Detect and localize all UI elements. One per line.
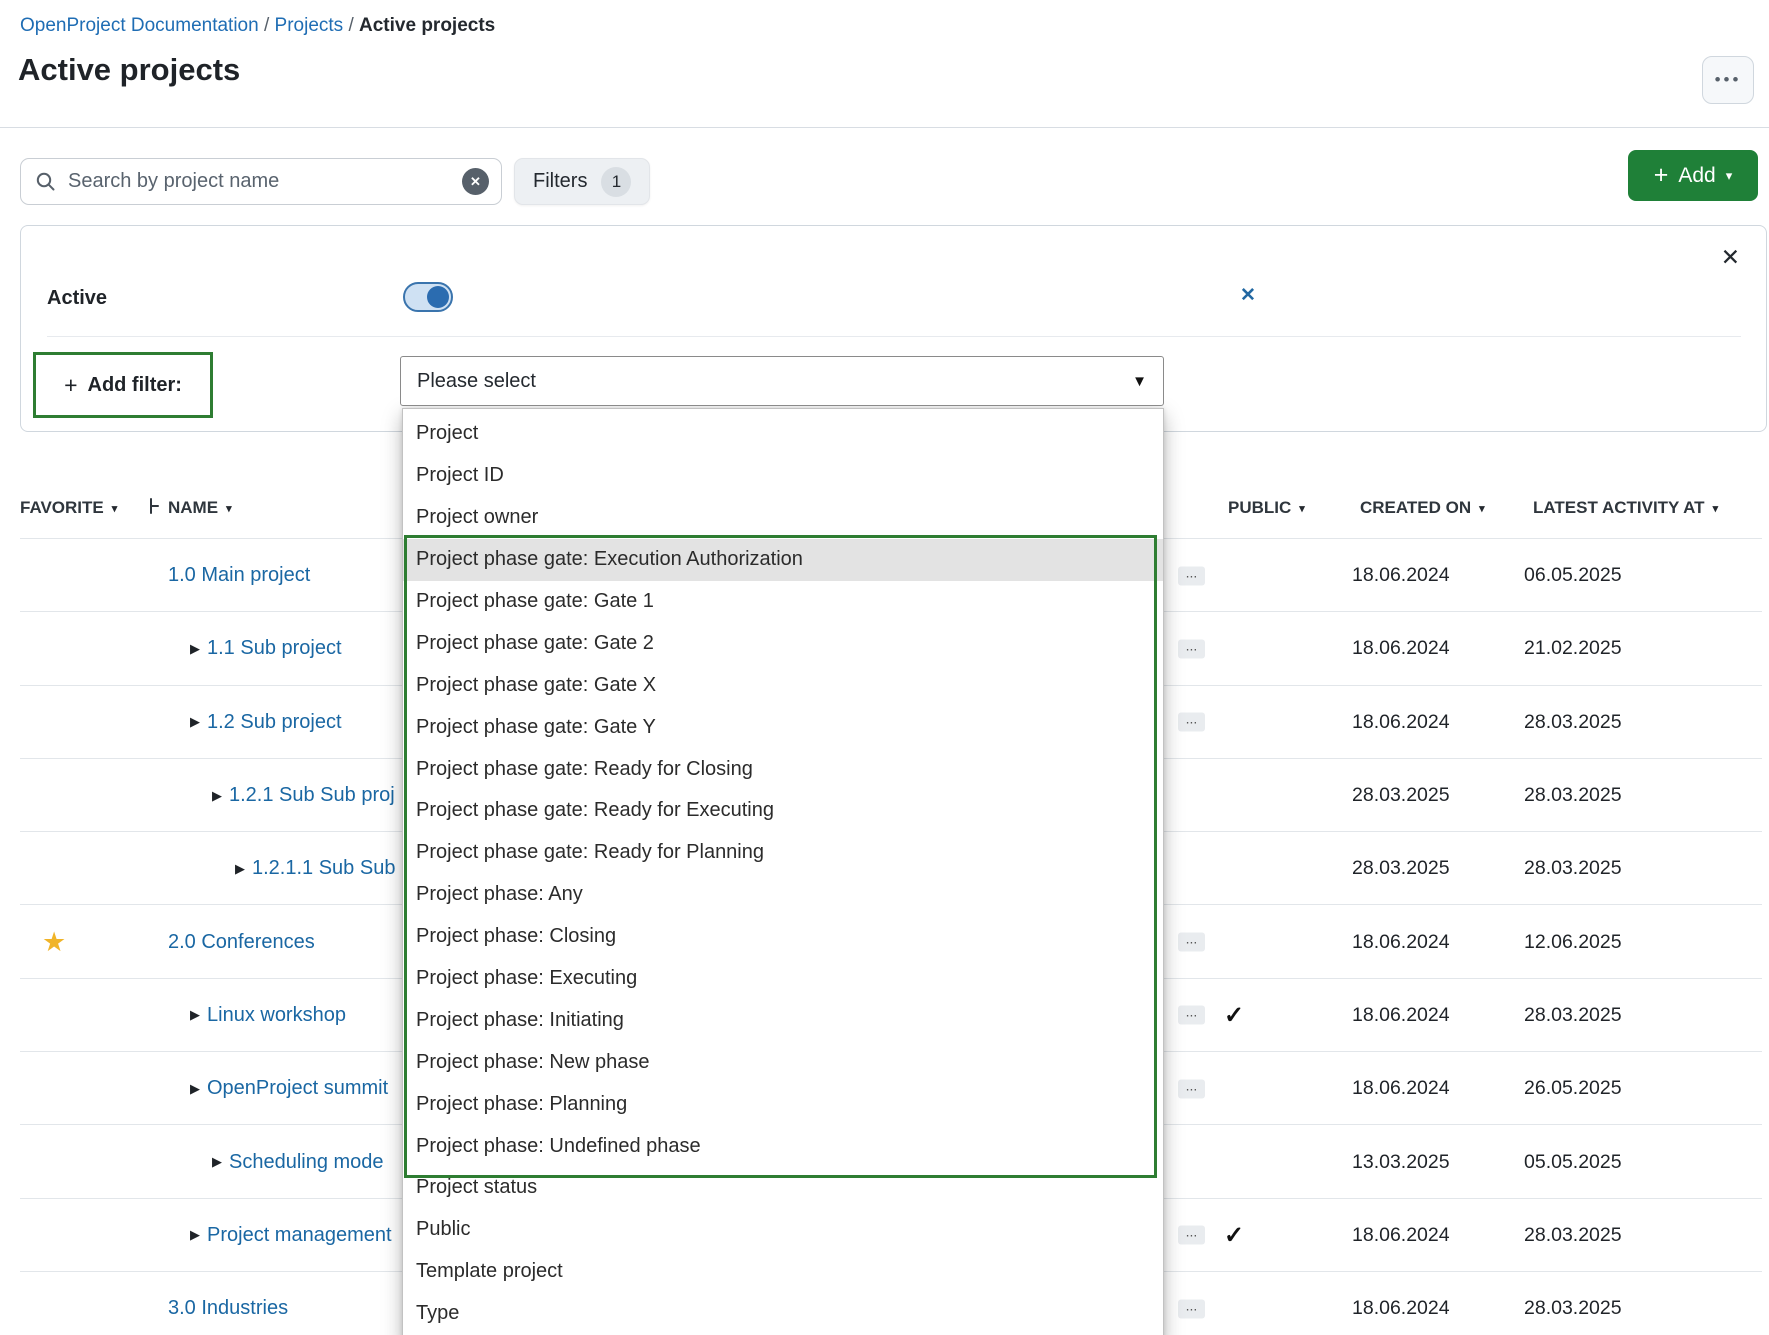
expand-arrow-icon[interactable]: ▶ <box>190 979 200 1052</box>
project-name-link[interactable]: OpenProject summit <box>207 1052 388 1125</box>
latest-activity-date: 28.03.2025 <box>1524 1272 1622 1335</box>
dropdown-option-list: ProjectProject IDProject ownerProject ph… <box>403 413 1163 1335</box>
created-on-date: 18.06.2024 <box>1352 612 1450 685</box>
dropdown-option[interactable]: Project phase: Planning <box>403 1083 1163 1125</box>
active-projects-page: OpenProject Documentation / Projects / A… <box>0 0 1769 1335</box>
latest-activity-date: 28.03.2025 <box>1524 759 1622 832</box>
expand-arrow-icon[interactable]: ▶ <box>190 1052 200 1125</box>
toggle-knob <box>427 286 449 308</box>
expand-arrow-icon[interactable]: ▶ <box>190 686 200 759</box>
add-filter-annotation-box[interactable]: + Add filter: <box>33 352 213 418</box>
latest-activity-date: 21.02.2025 <box>1524 612 1622 685</box>
add-filter-label: Add filter: <box>88 374 182 397</box>
project-name-link[interactable]: 1.1 Sub project <box>207 612 342 685</box>
dropdown-option[interactable]: Type <box>403 1293 1163 1335</box>
project-name-link[interactable]: Project management <box>207 1199 392 1272</box>
created-on-date: 18.06.2024 <box>1352 906 1450 979</box>
select-value: Please select <box>417 370 536 393</box>
dropdown-option[interactable]: Project phase: Executing <box>403 958 1163 1000</box>
public-check-icon: ✓ <box>1224 979 1244 1052</box>
dropdown-option[interactable]: Project status <box>403 1167 1163 1209</box>
add-filter-select[interactable]: Please select ▼ <box>400 356 1164 406</box>
latest-activity-date: 28.03.2025 <box>1524 832 1622 905</box>
dropdown-option[interactable]: Project owner <box>403 497 1163 539</box>
truncated-more-badge[interactable]: ... <box>1178 933 1205 952</box>
active-toggle[interactable] <box>403 282 453 312</box>
plus-icon: + <box>64 372 77 399</box>
project-name-link[interactable]: Linux workshop <box>207 979 346 1052</box>
expand-arrow-icon[interactable]: ▶ <box>190 1199 200 1272</box>
project-name-link[interactable]: 3.0 Industries <box>168 1272 288 1335</box>
created-on-date: 18.06.2024 <box>1352 1199 1450 1272</box>
created-on-date: 18.06.2024 <box>1352 979 1450 1052</box>
dropdown-option[interactable]: Project phase gate: Ready for Executing <box>403 790 1163 832</box>
dropdown-option[interactable]: Project phase: Undefined phase <box>403 1125 1163 1167</box>
dropdown-option[interactable]: Project phase gate: Ready for Planning <box>403 832 1163 874</box>
project-name-link[interactable]: 1.2.1 Sub Sub proj <box>229 759 395 832</box>
dropdown-option[interactable]: Template project <box>403 1251 1163 1293</box>
close-filter-panel-icon[interactable]: ✕ <box>1721 246 1740 269</box>
expand-arrow-icon[interactable]: ▶ <box>235 832 245 905</box>
truncated-more-badge[interactable]: ... <box>1178 639 1205 658</box>
latest-activity-date: 12.06.2025 <box>1524 906 1622 979</box>
dropdown-option[interactable]: Project phase: Initiating <box>403 999 1163 1041</box>
dropdown-option[interactable]: Project ID <box>403 455 1163 497</box>
truncated-more-badge[interactable]: ... <box>1178 1226 1205 1245</box>
latest-activity-date: 28.03.2025 <box>1524 979 1622 1052</box>
project-name-link[interactable]: 1.0 Main project <box>168 539 310 612</box>
expand-arrow-icon[interactable]: ▶ <box>190 612 200 685</box>
dropdown-option[interactable]: Project phase: Closing <box>403 916 1163 958</box>
favorite-star-icon[interactable]: ★ <box>42 906 66 979</box>
latest-activity-date: 26.05.2025 <box>1524 1052 1622 1125</box>
expand-arrow-icon[interactable]: ▶ <box>212 759 222 832</box>
created-on-date: 18.06.2024 <box>1352 1052 1450 1125</box>
created-on-date: 18.06.2024 <box>1352 539 1450 612</box>
dropdown-option[interactable]: Project phase: New phase <box>403 1041 1163 1083</box>
filter-panel-divider <box>47 336 1741 337</box>
latest-activity-date: 05.05.2025 <box>1524 1125 1622 1198</box>
latest-activity-date: 28.03.2025 <box>1524 686 1622 759</box>
dropdown-option[interactable]: Project phase gate: Gate Y <box>403 706 1163 748</box>
created-on-date: 18.06.2024 <box>1352 1272 1450 1335</box>
created-on-date: 28.03.2025 <box>1352 832 1450 905</box>
project-name-link[interactable]: 2.0 Conferences <box>168 906 315 979</box>
public-check-icon: ✓ <box>1224 1199 1244 1272</box>
created-on-date: 28.03.2025 <box>1352 759 1450 832</box>
dropdown-option[interactable]: Project phase gate: Gate 2 <box>403 622 1163 664</box>
truncated-more-badge[interactable]: ... <box>1178 1299 1205 1318</box>
created-on-date: 18.06.2024 <box>1352 686 1450 759</box>
truncated-more-badge[interactable]: ... <box>1178 566 1205 585</box>
truncated-more-badge[interactable]: ... <box>1178 713 1205 732</box>
dropdown-option[interactable]: Project phase gate: Gate X <box>403 664 1163 706</box>
filter-options-dropdown: ProjectProject IDProject ownerProject ph… <box>402 408 1164 1335</box>
remove-active-filter-icon[interactable]: ✕ <box>1240 284 1256 307</box>
select-caret-icon: ▼ <box>1132 373 1147 390</box>
dropdown-option[interactable]: Project phase: Any <box>403 874 1163 916</box>
latest-activity-date: 06.05.2025 <box>1524 539 1622 612</box>
truncated-more-badge[interactable]: ... <box>1178 1006 1205 1025</box>
created-on-date: 13.03.2025 <box>1352 1125 1450 1198</box>
dropdown-option[interactable]: Project phase gate: Gate 1 <box>403 581 1163 623</box>
dropdown-option[interactable]: Project phase gate: Execution Authorizat… <box>403 539 1163 581</box>
truncated-more-badge[interactable]: ... <box>1178 1079 1205 1098</box>
project-name-link[interactable]: 1.2 Sub project <box>207 686 342 759</box>
dropdown-option[interactable]: Public <box>403 1209 1163 1251</box>
dropdown-option[interactable]: Project <box>403 413 1163 455</box>
active-filter-label: Active <box>47 287 107 310</box>
project-name-link[interactable]: Scheduling mode <box>229 1125 384 1198</box>
expand-arrow-icon[interactable]: ▶ <box>212 1125 222 1198</box>
latest-activity-date: 28.03.2025 <box>1524 1199 1622 1272</box>
dropdown-option[interactable]: Project phase gate: Ready for Closing <box>403 748 1163 790</box>
project-name-link[interactable]: 1.2.1.1 Sub Sub <box>252 832 395 905</box>
